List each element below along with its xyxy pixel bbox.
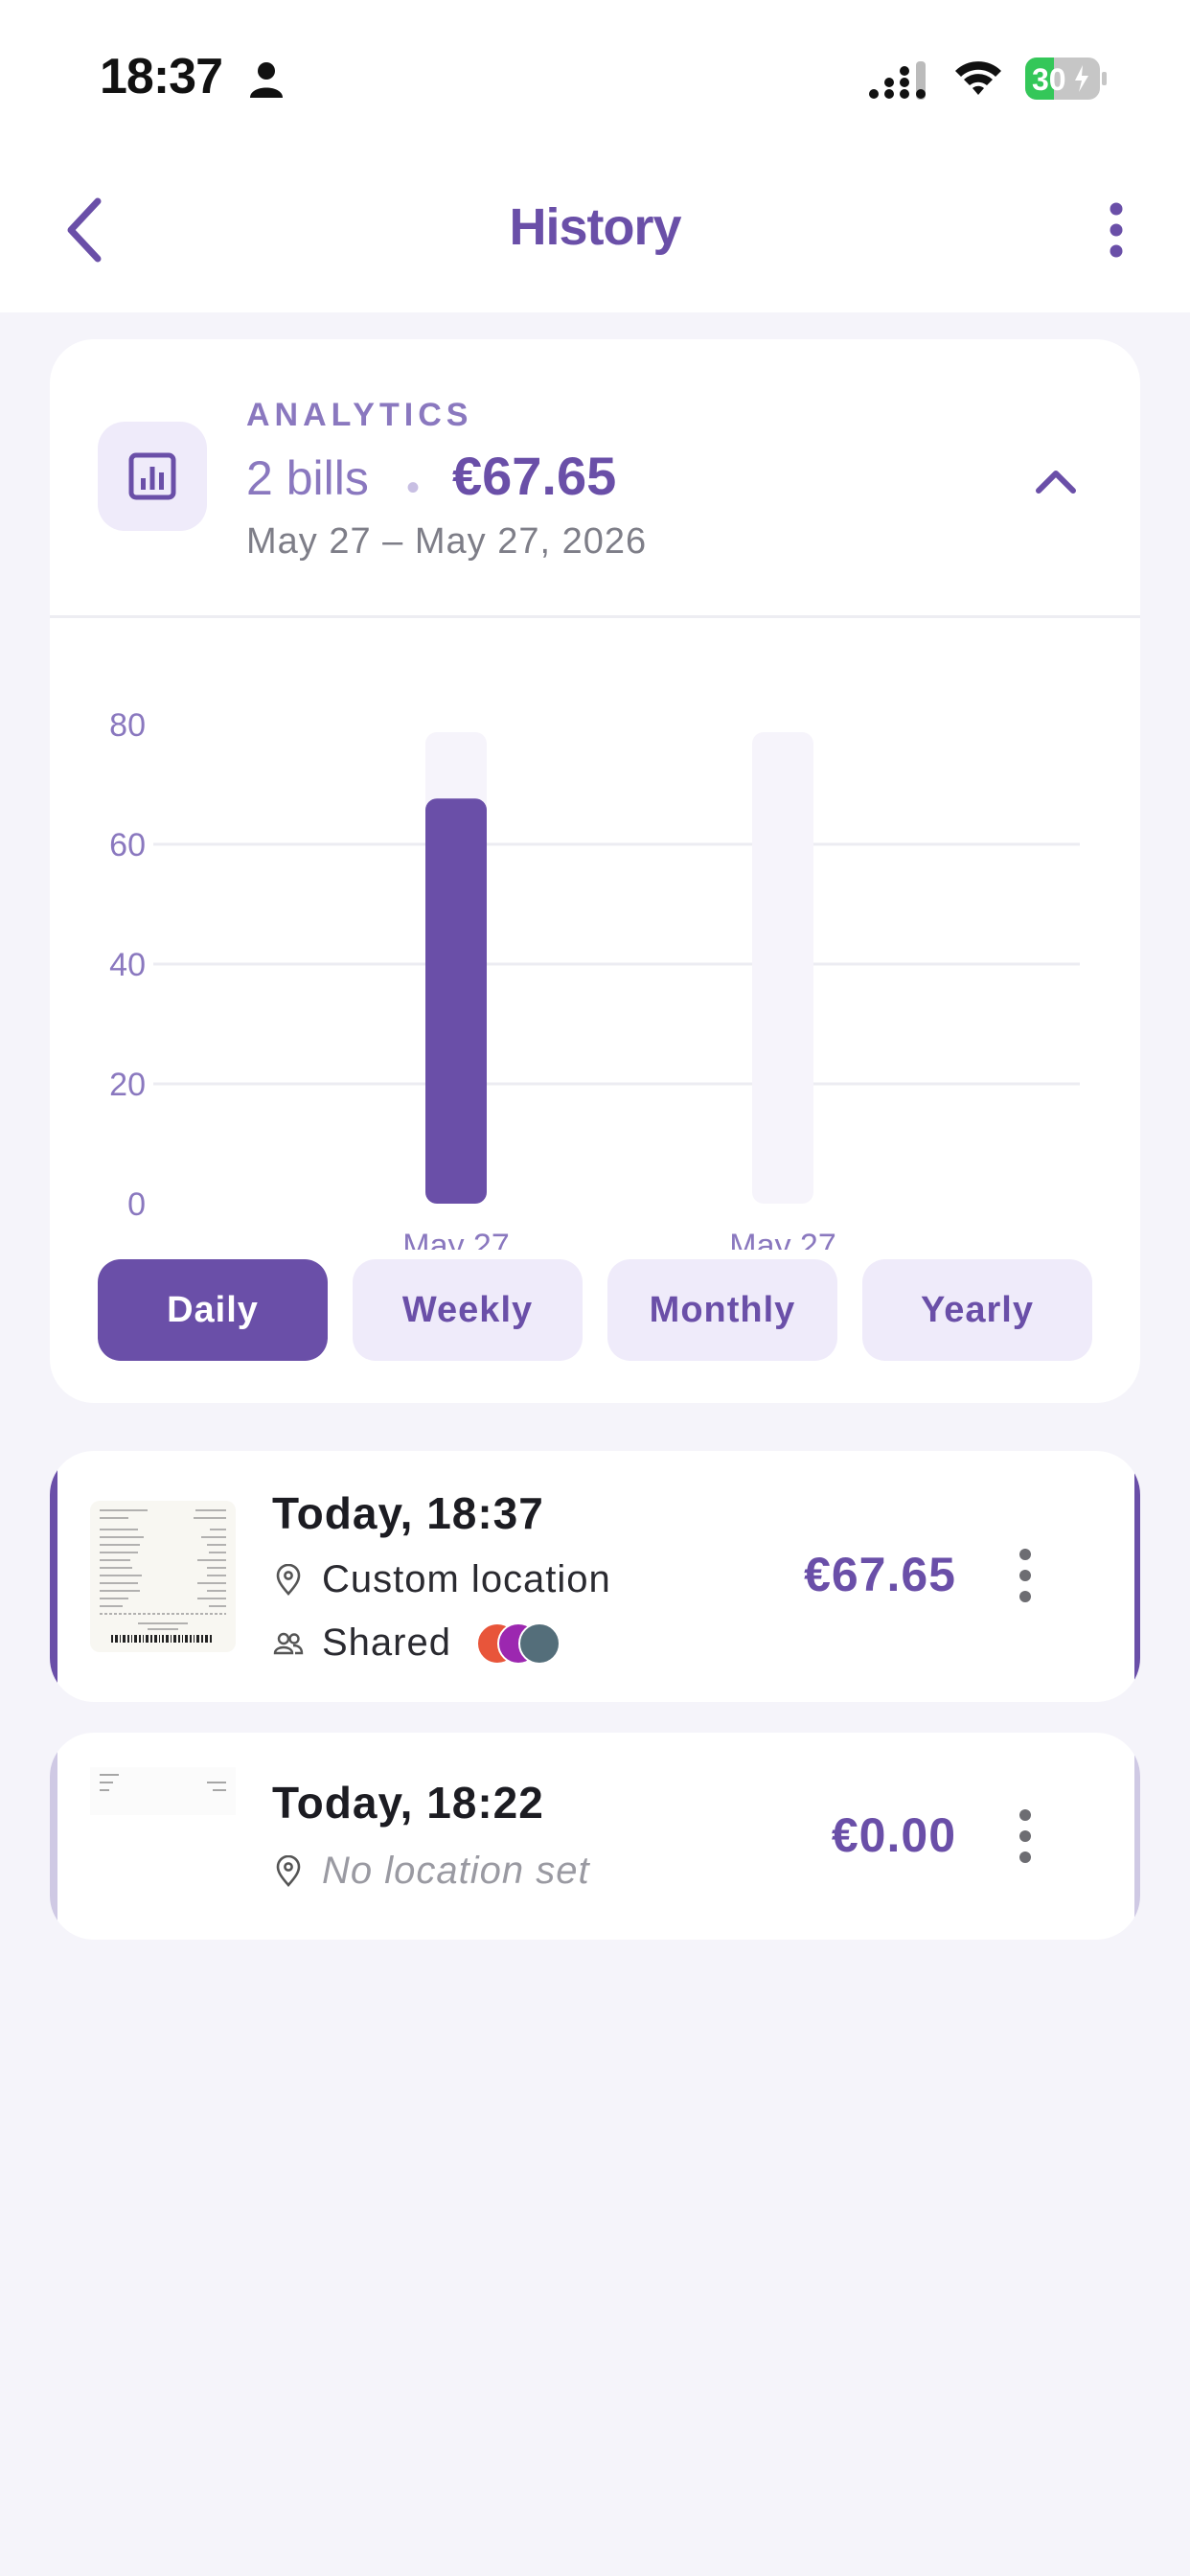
person-icon [250,62,283,98]
tab-weekly-label: Weekly [401,1289,534,1330]
y-tick-label: 60 [109,827,146,863]
tab-monthly[interactable]: Monthly [607,1259,837,1361]
bills-count: 2 bills [246,451,369,505]
bill-amount: €0.00 [831,1808,956,1862]
collapse-chevron-up-icon[interactable] [1027,454,1085,512]
y-tick-label: 0 [127,1186,146,1223]
period-tabs: Daily Weekly Monthly Yearly [98,1259,1094,1361]
bill-title: Today, 18:22 [272,1778,544,1828]
receipt-thumbnail[interactable] [90,1767,236,1815]
y-tick-label: 80 [109,707,146,744]
bill-location: No location set [272,1850,590,1893]
shared-label: Shared [322,1622,451,1664]
tab-monthly-label: Monthly [649,1289,796,1330]
analytics-icon [98,422,207,531]
daily-spending-chart: 0 20 40 60 80 May 27 May 27 [109,707,1080,1250]
bill-accent-bar [50,1733,57,1940]
analytics-label: ANALYTICS [246,397,473,433]
tab-yearly-label: Yearly [921,1289,1034,1330]
location-pin-icon [276,1854,301,1887]
bill-title: Today, 18:37 [272,1488,544,1538]
bill-card[interactable]: Today, 18:22 No location set €0.00 [50,1733,1140,1940]
tab-weekly[interactable]: Weekly [353,1259,583,1361]
receipt-thumbnail[interactable] [90,1501,236,1652]
battery-level: 30 [1032,62,1066,97]
page-title: History [509,198,681,256]
avatar [517,1622,561,1665]
wifi-icon [955,61,1001,95]
tab-yearly[interactable]: Yearly [862,1259,1092,1361]
bar[interactable] [425,798,487,1204]
x-category-label: May 27 [729,1228,836,1250]
y-tick-label: 40 [109,947,146,983]
cellular-signal-icon [869,61,926,100]
location-pin-icon [276,1563,301,1596]
top-bar: 18:37 30 History [0,0,1190,312]
more-options-icon[interactable] [1102,199,1131,261]
tab-daily-label: Daily [167,1289,259,1330]
status-time: 18:37 [100,49,223,104]
date-range: May 27 – May 27, 2026 [246,521,648,562]
people-icon [273,1632,304,1654]
bill-accent-bar [50,1451,57,1702]
divider [50,615,1140,618]
bill-amount: €67.65 [804,1548,956,1601]
y-tick-label: 20 [109,1067,146,1103]
bill-shared: Shared [272,1622,572,1665]
location-text: No location set [322,1850,590,1892]
tab-daily[interactable]: Daily [98,1259,328,1361]
location-text: Custom location [322,1558,611,1600]
battery-indicator: 30 [1025,58,1108,100]
receipt-image [100,1509,226,1643]
bill-more-options-icon[interactable] [1014,1547,1037,1604]
receipt-image [100,1774,226,1791]
bill-location: Custom location [272,1558,611,1601]
bill-accent-bar-right [1134,1733,1140,1940]
bar-chart-icon [128,452,176,500]
analytics-total: €67.65 [452,446,617,506]
participant-avatars [475,1622,572,1665]
analytics-card: ANALYTICS 2 bills • €67.65 May 27 – May … [50,339,1140,1403]
bar-track [752,732,813,1204]
x-category-label: May 27 [402,1228,510,1250]
bill-more-options-icon[interactable] [1014,1807,1037,1865]
bill-card[interactable]: Today, 18:37 Custom location Shared €67.… [50,1451,1140,1702]
separator-dot: • [406,467,421,509]
bill-accent-bar-right [1134,1451,1140,1702]
